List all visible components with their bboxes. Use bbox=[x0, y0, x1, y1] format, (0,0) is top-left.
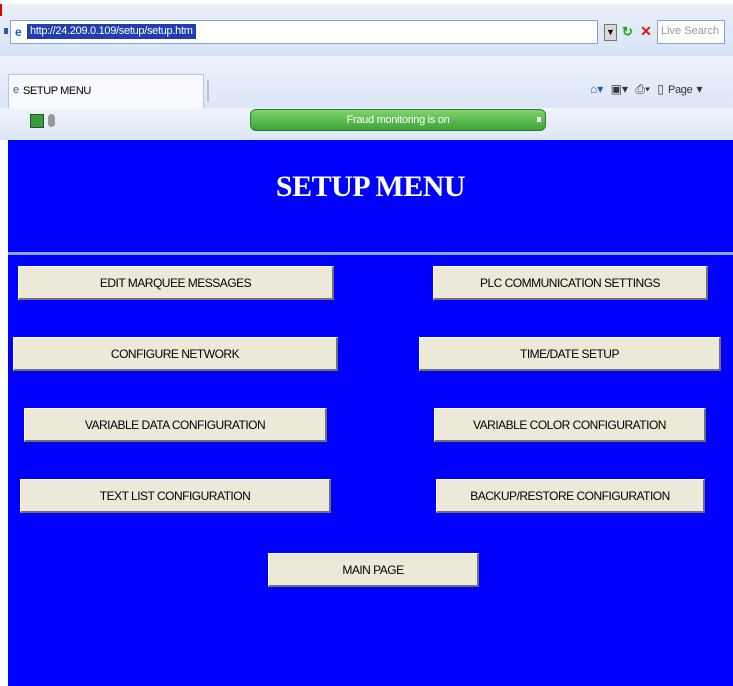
back-menu-arrow[interactable] bbox=[4, 28, 8, 34]
page-icon: ▯ bbox=[657, 82, 664, 96]
page-menu-label: Page bbox=[667, 84, 693, 96]
header-divider bbox=[8, 252, 733, 255]
tab-separator bbox=[207, 80, 209, 102]
fraud-monitoring-bar[interactable]: Fraud monitoring is on bbox=[250, 109, 546, 131]
tab-title: SETUP MENU bbox=[23, 85, 91, 97]
plc-communication-settings-button[interactable]: PLC COMMUNICATION SETTINGS bbox=[433, 266, 708, 300]
window-edge-marker bbox=[0, 4, 2, 16]
print-icon[interactable]: ⎙▾ bbox=[635, 82, 650, 96]
fraud-monitoring-text: Fraud monitoring is on bbox=[346, 114, 450, 126]
microphone-icon[interactable] bbox=[48, 114, 55, 127]
backup-restore-configuration-button[interactable]: BACKUP/RESTORE CONFIGURATION bbox=[436, 479, 705, 513]
home-icon[interactable]: ⌂▾ bbox=[590, 82, 603, 96]
tab-setup-menu[interactable]: e SETUP MENU bbox=[8, 74, 204, 108]
address-url[interactable]: http://24.209.0.109/setup/setup.htm bbox=[27, 24, 196, 39]
tab-toolbar: e SETUP MENU ⌂▾ ▣▾ ⎙▾ ▯ Page ▾ bbox=[0, 56, 733, 108]
address-bar[interactable]: e http://24.209.0.109/setup/setup.htm bbox=[10, 20, 598, 44]
page-menu[interactable]: ▯ Page ▾ bbox=[657, 82, 702, 96]
search-input[interactable]: Live Search bbox=[657, 20, 725, 44]
variable-color-configuration-button[interactable]: VARIABLE COLOR CONFIGURATION bbox=[434, 408, 706, 442]
stop-icon[interactable]: ✕ bbox=[639, 23, 653, 39]
info-toolbar: Fraud monitoring is on bbox=[0, 108, 733, 140]
monitor-icon[interactable] bbox=[30, 114, 44, 128]
refresh-icon[interactable]: ↻ bbox=[622, 24, 633, 40]
address-toolbar: e http://24.209.0.109/setup/setup.htm ▼ … bbox=[0, 0, 733, 56]
ie-tab-icon: e bbox=[13, 84, 20, 96]
ie-page-icon: e bbox=[15, 25, 22, 39]
main-page-button[interactable]: MAIN PAGE bbox=[268, 553, 479, 587]
configure-network-button[interactable]: CONFIGURE NETWORK bbox=[13, 337, 338, 371]
variable-data-configuration-button[interactable]: VARIABLE DATA CONFIGURATION bbox=[24, 408, 327, 442]
setup-page: SETUP MENU EDIT MARQUEE MESSAGES PLC COM… bbox=[8, 140, 733, 686]
command-bar: ⌂▾ ▣▾ ⎙▾ ▯ Page ▾ bbox=[590, 82, 706, 97]
address-dropdown-button[interactable]: ▼ bbox=[604, 24, 617, 41]
feeds-icon[interactable]: ▣▾ bbox=[611, 82, 628, 96]
fraud-bar-marker bbox=[537, 117, 541, 122]
edit-marquee-messages-button[interactable]: EDIT MARQUEE MESSAGES bbox=[18, 266, 334, 300]
time-date-setup-button[interactable]: TIME/DATE SETUP bbox=[419, 337, 721, 371]
text-list-configuration-button[interactable]: TEXT LIST CONFIGURATION bbox=[20, 479, 331, 513]
page-title: SETUP MENU bbox=[275, 170, 466, 203]
